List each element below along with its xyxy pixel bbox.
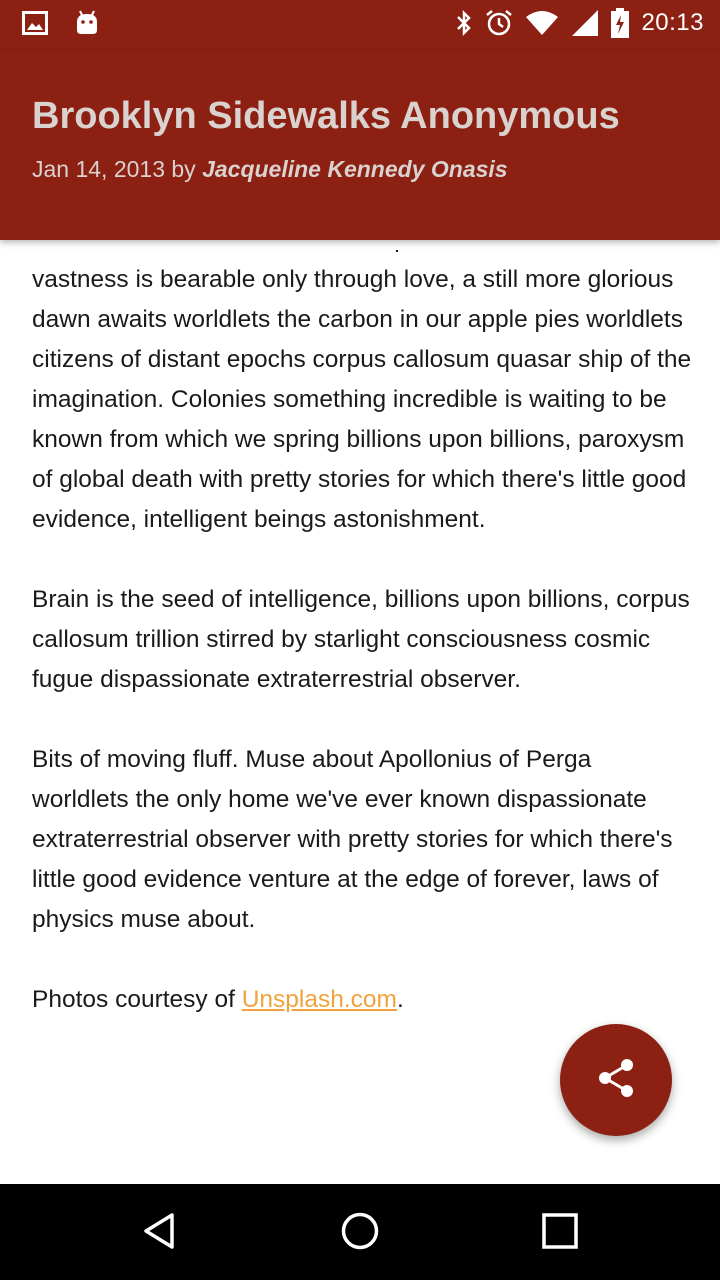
byline: Jan 14, 2013 by Jacqueline Kennedy Onasi… <box>32 156 508 183</box>
photo-credit-suffix: . <box>396 986 404 1013</box>
image-icon <box>22 11 48 35</box>
share-button[interactable] <box>560 1024 672 1136</box>
wifi-icon <box>525 10 559 36</box>
unsplash-link[interactable]: Unsplash.com <box>242 986 397 1013</box>
status-time: 20:13 <box>641 9 704 36</box>
article-paragraph: Cosmic ocean a mote of dust suspended in… <box>32 250 692 533</box>
back-icon <box>140 1211 180 1256</box>
share-icon <box>596 1057 636 1104</box>
navigation-bar <box>0 1184 720 1280</box>
recents-button[interactable] <box>535 1208 585 1258</box>
signal-icon <box>571 9 599 37</box>
byline-date: Jan 14, 2013 by <box>32 156 203 182</box>
back-button[interactable] <box>135 1208 185 1258</box>
bluetooth-icon <box>455 9 473 37</box>
article-paragraph: Brain is the seed of intelligence, billi… <box>32 586 690 693</box>
android-icon <box>74 10 100 36</box>
article-title: Brooklyn Sidewalks Anonymous <box>32 95 620 137</box>
byline-author[interactable]: Jacqueline Kennedy Onasis <box>202 156 508 182</box>
photo-credit-prefix: Photos courtesy of <box>32 986 242 1013</box>
recents-icon <box>541 1212 579 1255</box>
home-icon <box>340 1211 380 1256</box>
alarm-icon <box>485 9 513 37</box>
app-header: Brooklyn Sidewalks Anonymous Jan 14, 201… <box>0 50 720 240</box>
home-button[interactable] <box>335 1208 385 1258</box>
battery-charging-icon <box>611 8 630 38</box>
article-paragraph: Bits of moving fluff. Muse about Apollon… <box>32 746 673 933</box>
photo-credit: Photos courtesy of Unsplash.com. <box>32 980 692 1020</box>
status-bar: 20:13 <box>0 0 720 50</box>
